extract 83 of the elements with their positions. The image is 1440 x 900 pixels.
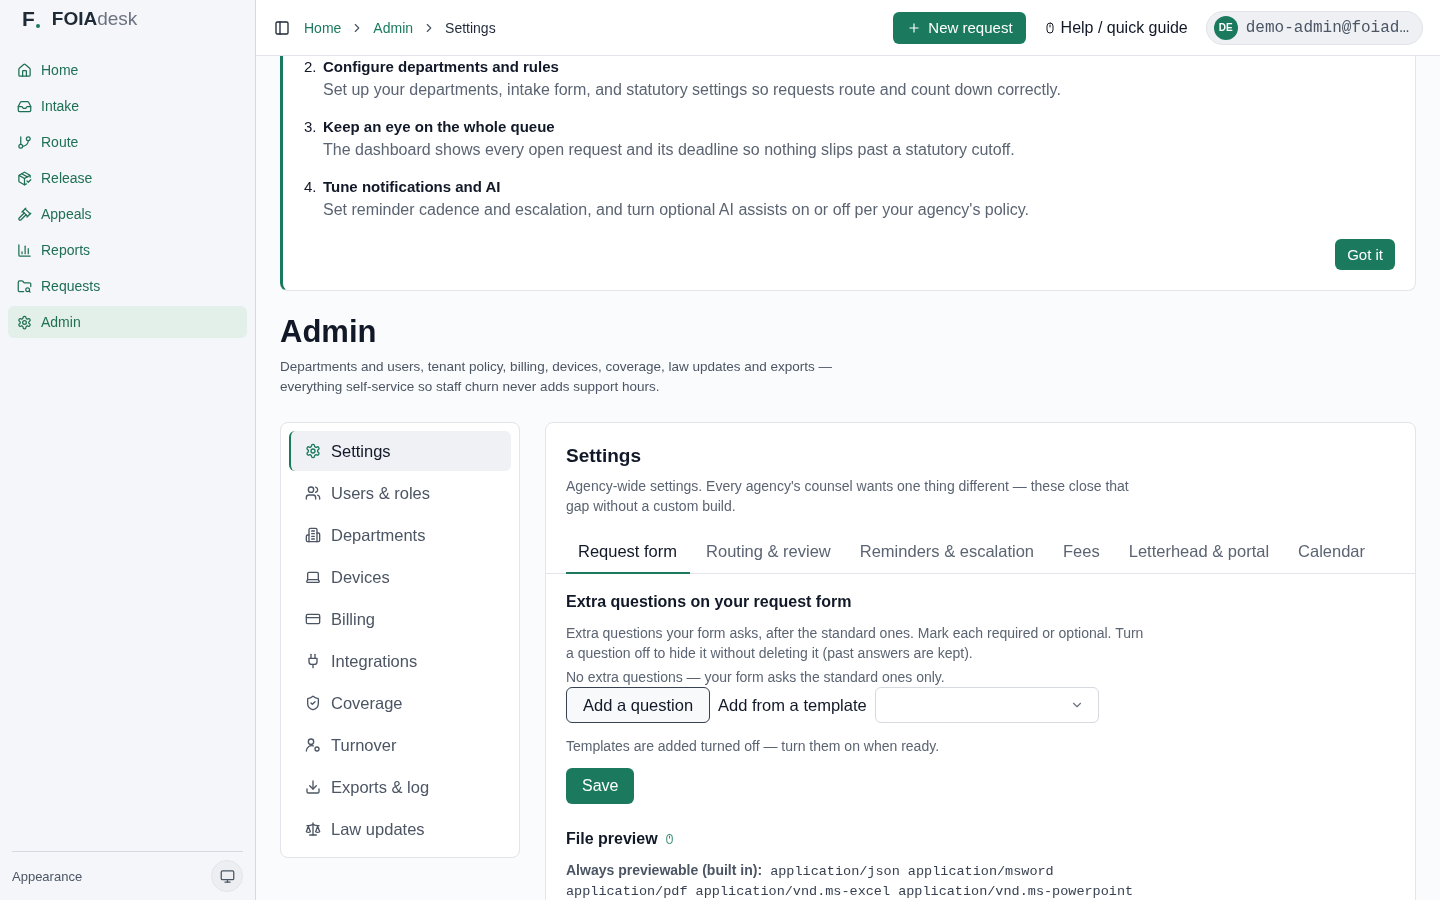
account-menu-button[interactable]: DE demo-admin@foiad… xyxy=(1205,10,1423,45)
folder-search-icon xyxy=(17,278,32,294)
bar-chart-icon xyxy=(17,242,32,258)
dot-icon xyxy=(35,24,40,28)
template-hint: Templates are added turned off — turn them on when ready. xyxy=(566,737,941,756)
sidebar-item[interactable]: Release xyxy=(8,162,247,194)
scale-icon xyxy=(305,821,321,837)
step-title: Tune notifications and AI xyxy=(323,177,502,197)
admin-nav-item[interactable]: Integrations xyxy=(289,641,511,681)
tab[interactable]: Calendar xyxy=(1286,530,1379,574)
laptop-icon xyxy=(305,569,321,585)
page-title: Admin xyxy=(280,313,378,351)
mouse-icon xyxy=(663,832,675,846)
tab[interactable]: Reminders & escalation xyxy=(847,530,1048,574)
shield-check-icon xyxy=(305,695,321,711)
admin-nav-item[interactable]: Turnover xyxy=(289,725,511,765)
panel-icon xyxy=(274,19,290,36)
breadcrumb-current: Settings xyxy=(445,19,496,36)
settings-icon xyxy=(305,443,321,459)
sidebar-item[interactable]: Route xyxy=(8,126,247,158)
tab[interactable]: Request form xyxy=(566,530,691,574)
plug-icon xyxy=(305,653,321,669)
admin-nav-item[interactable]: Law updates xyxy=(289,809,511,849)
step-number: 4. xyxy=(304,177,318,197)
tab[interactable]: Letterhead & portal xyxy=(1116,530,1283,574)
admin-nav-item[interactable]: Settings xyxy=(289,431,511,471)
step-title: Keep an eye on the whole queue xyxy=(323,117,556,137)
credit-card-icon xyxy=(305,611,321,627)
got-it-button[interactable]: Got it xyxy=(1335,239,1395,270)
sidebar-toggle-button[interactable] xyxy=(274,19,290,36)
section-title: File preview xyxy=(566,829,658,849)
mouse-icon xyxy=(1043,20,1056,35)
package-check-icon xyxy=(17,170,32,186)
empty-note: No extra questions — your form asks the standard ones only. xyxy=(566,668,946,687)
inbox-icon xyxy=(17,98,32,114)
panel-title: Settings xyxy=(566,444,642,468)
breadcrumb-link[interactable]: Home xyxy=(304,19,342,36)
new-request-button[interactable]: New request xyxy=(893,11,1026,44)
home-icon xyxy=(17,62,32,78)
admin-nav-item[interactable]: Billing xyxy=(289,599,511,639)
users-icon xyxy=(305,485,321,501)
sidebar-item[interactable]: Home xyxy=(8,54,247,86)
admin-nav-item[interactable]: Devices xyxy=(289,557,511,597)
step-number: 3. xyxy=(304,117,318,137)
admin-nav-item[interactable]: Coverage xyxy=(289,683,511,723)
save-button[interactable]: Save xyxy=(566,768,635,804)
preview-types-text: Always previewable (built in): application/json application/msword application/pdf application/vnd.ms-excel application/vnd.ms-powerpoint xyxy=(566,861,1135,900)
breadcrumb-link[interactable]: Admin xyxy=(373,19,414,36)
admin-nav-item[interactable]: Departments xyxy=(289,515,511,555)
plus-icon xyxy=(907,20,922,35)
logo-text: FOIAdesk xyxy=(51,8,138,30)
appearance-label: Appearance xyxy=(12,868,83,884)
step-number: 2. xyxy=(304,57,318,77)
panel-description: Agency-wide settings. Every agency's counsel wants one thing different — these close that gap without a custom build. xyxy=(566,477,1130,516)
page-description: Departments and users, tenant policy, billing, devices, coverage, law updates and exports — everything self-service so staff churn never adds support hours. xyxy=(280,358,834,396)
section-title: Extra questions on your request form xyxy=(566,592,853,612)
step-description: The dashboard shows every open request and its deadline so nothing slips past a statutory cutoff. xyxy=(323,140,1015,160)
gavel-icon xyxy=(17,206,32,222)
building-icon xyxy=(305,527,321,543)
template-label: Add from a template xyxy=(718,695,867,715)
admin-nav-item[interactable]: Exports & log xyxy=(289,767,511,807)
appearance-button[interactable] xyxy=(211,860,243,892)
avatar: DE xyxy=(1213,15,1238,40)
help-link[interactable]: Help / quick guide xyxy=(1043,18,1188,37)
sidebar-item[interactable]: Intake xyxy=(8,90,247,122)
sidebar-item[interactable]: Reports xyxy=(8,234,247,266)
logo-mark: F xyxy=(22,8,35,30)
tab[interactable]: Fees xyxy=(1051,530,1113,574)
step-title: Configure departments and rules xyxy=(323,57,560,77)
step-description: Set up your departments, intake form, and statutory settings so requests route and count down correctly. xyxy=(323,80,1061,100)
sidebar-item[interactable]: Requests xyxy=(8,270,247,302)
settings-icon xyxy=(17,314,32,330)
section-description: Extra questions your form asks, after the standard ones. Mark each required or optional. Turn a question off to hide it without deleting it (past answers are kept). xyxy=(566,624,1145,663)
person-icon xyxy=(305,737,321,753)
tab[interactable]: Routing & review xyxy=(694,530,844,574)
sidebar-item[interactable]: Appeals xyxy=(8,198,247,230)
step-description: Set reminder cadence and escalation, and turn optional AI assists on or off per your agency's policy. xyxy=(323,200,1029,220)
sidebar-item[interactable]: Admin xyxy=(8,306,247,338)
monitor-icon xyxy=(219,868,235,884)
branch-icon xyxy=(17,134,32,150)
download-icon xyxy=(305,779,321,795)
admin-nav-item[interactable]: Users & roles xyxy=(289,473,511,513)
add-question-button[interactable]: Add a question xyxy=(566,687,711,723)
